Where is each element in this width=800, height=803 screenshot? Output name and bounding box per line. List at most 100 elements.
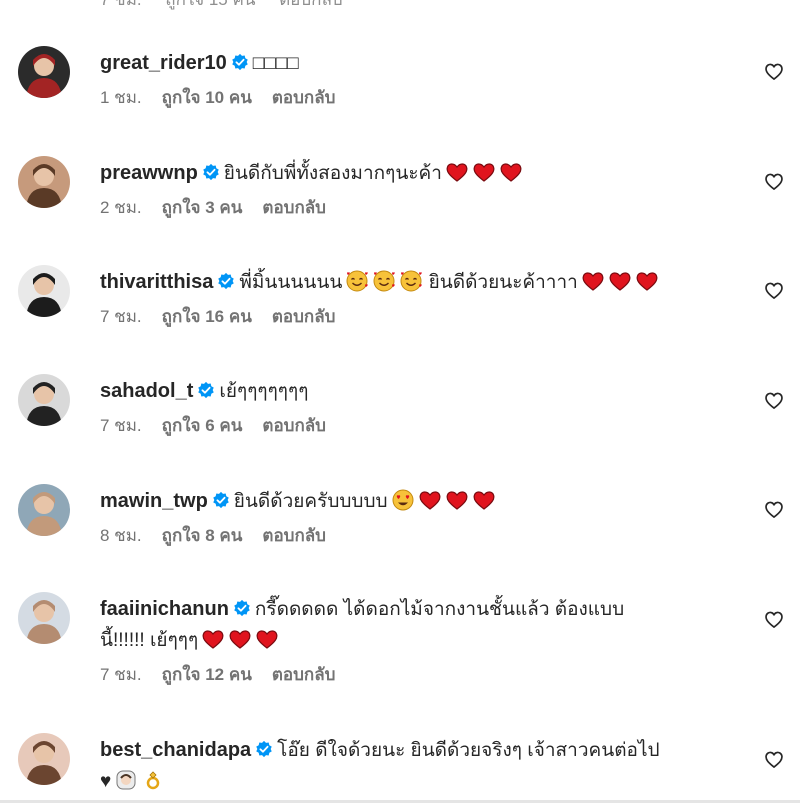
username-link[interactable]: thivaritthisa — [100, 271, 213, 293]
avatar[interactable] — [18, 265, 70, 317]
heart-emoji-icon — [582, 272, 604, 291]
username-link[interactable]: preawwnp — [100, 162, 198, 184]
smiling-face-with-hearts-emoji-icon — [346, 270, 369, 292]
comment-meta: 1 ชม. ถูกใจ 10 คน ตอบกลับ — [100, 87, 740, 109]
verified-badge-icon — [203, 163, 219, 181]
comment-text: ยินดีด้วยนะค้าาาา — [423, 272, 578, 293]
comment-body: best_chanidapa โอ๊ย ดีใจด้วยนะ ยินดีด้วยจ… — [100, 735, 740, 797]
avatar-image — [18, 733, 70, 785]
verified-badge-icon — [232, 53, 248, 71]
comment-meta: 8 ชม. ถูกใจ 8 คน ตอบกลับ — [100, 525, 740, 547]
comment-line: best_chanidapa โอ๊ย ดีใจด้วยนะ ยินดีด้วยจ… — [100, 735, 740, 766]
comment-line: mawin_twp ยินดีด้วยครับบบบบ — [100, 486, 740, 517]
heart-outline-icon[interactable] — [764, 750, 784, 770]
heart-emoji-icon — [609, 272, 631, 291]
comment-text: กรี๊ดดดดด ได้ดอกไม้จากงานชั้นแล้ว ต้องแบ… — [254, 599, 625, 620]
comment-line: great_rider10 □□□□ — [100, 48, 740, 79]
comment-meta: 2 ชม. ถูกใจ 3 คน ตอบกลับ — [100, 197, 740, 219]
like-count[interactable]: ถูกใจ 8 คน — [162, 526, 243, 545]
smiling-face-with-hearts-emoji-icon — [373, 270, 396, 292]
verified-badge-icon — [213, 491, 229, 509]
reply-link[interactable]: ตอบกลับ — [262, 198, 326, 217]
heart-emoji-icon — [446, 491, 468, 510]
comment-body: mawin_twp ยินดีด้วยครับบบบบ 8 ชม. ถูกใจ 8 ค… — [100, 486, 740, 547]
comment-time: 8 ชม. — [100, 526, 142, 545]
heart-emoji-icon — [473, 491, 495, 510]
comment-line: thivaritthisa พี่มิ้นนนนนน ยินดีด้วยนะค้า… — [100, 267, 740, 298]
username-link[interactable]: faaiinichanun — [100, 598, 229, 620]
comment-body: faaiinichanun กรี๊ดดดดด ได้ดอกไม้จากงานชั… — [100, 594, 740, 686]
avatar-image — [18, 156, 70, 208]
heart-outline-icon[interactable] — [764, 172, 784, 192]
comment-time: 2 ชม. — [100, 198, 142, 217]
avatar-image — [18, 484, 70, 536]
comment-line: ♥ — [100, 766, 740, 797]
reply-link[interactable]: ตอบกลับ — [279, 0, 343, 9]
comment-time: 7 ชม. — [100, 416, 142, 435]
comment-text: ยินดีด้วยครับบบบบ — [233, 491, 388, 512]
heart-emoji-icon — [229, 630, 251, 649]
verified-badge-icon — [198, 381, 215, 399]
like-count[interactable]: ถูกใจ 15 คน — [165, 0, 255, 9]
like-count[interactable]: ถูกใจ 12 คน — [162, 665, 252, 684]
avatar[interactable] — [18, 733, 70, 785]
heart-emoji-icon — [500, 163, 522, 182]
like-count[interactable]: ถูกใจ 16 คน — [162, 307, 252, 326]
avatar-image — [18, 46, 70, 98]
avatar[interactable] — [18, 484, 70, 536]
avatar[interactable] — [18, 46, 70, 98]
reply-link[interactable]: ตอบกลับ — [272, 307, 336, 326]
avatar-image — [18, 265, 70, 317]
like-count[interactable]: ถูกใจ 6 คน — [162, 416, 243, 435]
comment-line: นี้!!!!!! เย้ๆๆๆ — [100, 625, 740, 656]
comment-text: พี่มิ้นนนนนน — [239, 272, 343, 293]
reply-link[interactable]: ตอบกลับ — [262, 416, 326, 435]
smiling-face-with-hearts-emoji-icon — [400, 270, 423, 292]
heart-emoji-icon — [419, 491, 441, 510]
like-count[interactable]: ถูกใจ 10 คน — [162, 88, 252, 107]
username-link[interactable]: mawin_twp — [100, 490, 208, 512]
heart-outline-icon[interactable] — [764, 391, 784, 411]
verified-badge-icon — [256, 740, 272, 758]
comment-meta: 7 ชม. ถูกใจ 12 คน ตอบกลับ — [100, 664, 740, 686]
heart-outline-icon[interactable] — [764, 281, 784, 301]
heart-outline-icon[interactable] — [764, 500, 784, 520]
comment-text: □□□□ — [252, 53, 299, 74]
comment-time: 7 ชม. — [100, 0, 142, 9]
comment-meta: 7 ชม. ถูกใจ 16 คน ตอบกลับ — [100, 306, 740, 328]
heart-emoji-icon — [636, 272, 658, 291]
heart-outline-icon[interactable] — [764, 62, 784, 82]
comment-text: โอ๊ย ดีใจด้วยนะ ยินดีด้วยจริงๆ เจ้าสาวคน… — [277, 740, 660, 761]
avatar-image — [18, 592, 70, 644]
avatar[interactable] — [18, 374, 70, 426]
verified-badge-icon — [218, 272, 235, 290]
reply-link[interactable]: ตอบกลับ — [272, 665, 336, 684]
avatar-image — [18, 374, 70, 426]
username-link[interactable]: great_rider10 — [100, 52, 227, 74]
reply-link[interactable]: ตอบกลับ — [272, 88, 336, 107]
heart-outline-icon[interactable] — [764, 610, 784, 630]
verified-badge-icon — [234, 599, 250, 617]
comment-body: thivaritthisa พี่มิ้นนนนนน ยินดีด้วยนะค้า… — [100, 267, 740, 328]
comment-text: ♥ — [100, 771, 112, 792]
avatar[interactable] — [18, 156, 70, 208]
heart-eyes-emoji-icon — [392, 489, 414, 511]
username-link[interactable]: best_chanidapa — [100, 739, 251, 761]
username-link[interactable]: sahadol_t — [100, 380, 193, 402]
comment-time: 7 ชม. — [100, 665, 142, 684]
comment-body: preawwnp ยินดีกับพี่ทั้งสองมากๆนะค้า 2 ชม.… — [100, 158, 740, 219]
like-count[interactable]: ถูกใจ 3 คน — [162, 198, 243, 217]
heart-emoji-icon — [473, 163, 495, 182]
comment-line: sahadol_t เย้ๆๆๆๆๆๆๆ — [100, 376, 740, 407]
reply-link[interactable]: ตอบกลับ — [262, 526, 326, 545]
comment-line: preawwnp ยินดีกับพี่ทั้งสองมากๆนะค้า — [100, 158, 740, 189]
ring-emoji-icon — [147, 771, 160, 790]
avatar[interactable] — [18, 592, 70, 644]
comment-text: นี้!!!!!! เย้ๆๆๆ — [100, 630, 199, 651]
heart-emoji-icon — [256, 630, 278, 649]
bride-emoji-icon — [116, 770, 136, 790]
comment-time: 1 ชม. — [100, 88, 142, 107]
comment-body: great_rider10 □□□□ 1 ชม. ถูกใจ 10 คน ตอบกลับ — [100, 48, 740, 109]
comment-time: 7 ชม. — [100, 307, 142, 326]
comment-text: เย้ๆๆๆๆๆๆๆ — [219, 381, 309, 402]
